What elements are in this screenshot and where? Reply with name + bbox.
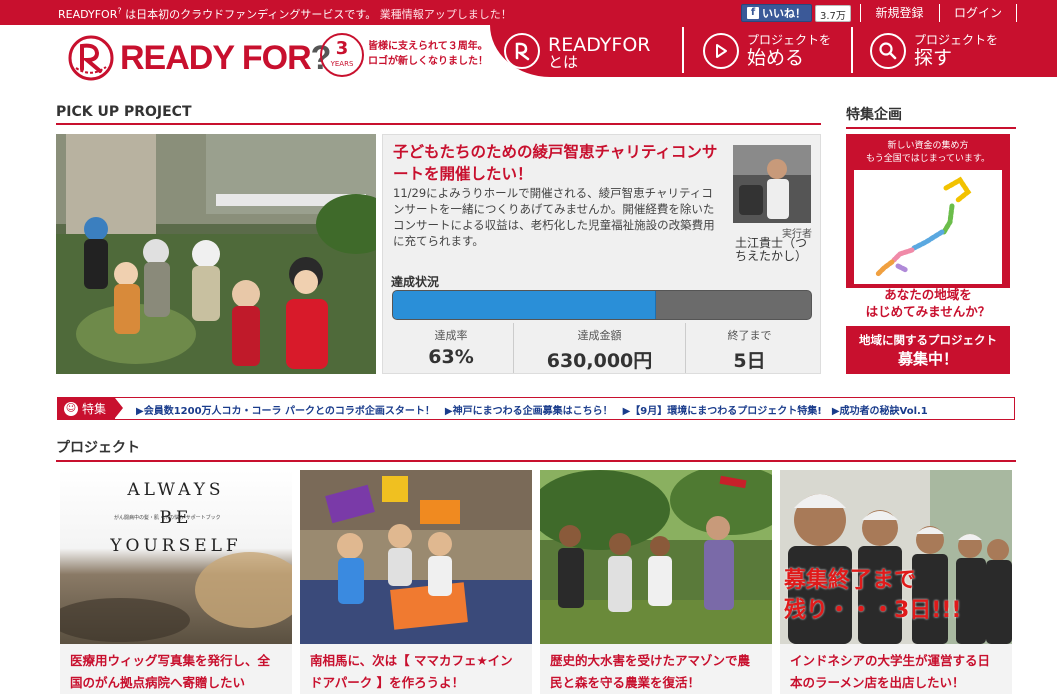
feature-bottom-line2: 募集中！ (897, 350, 958, 368)
play-icon (703, 33, 739, 69)
ticker-label: ☺ 特集 (58, 398, 115, 419)
feature-question-line2: はじめてみませんか？ (865, 304, 991, 319)
project-image[interactable]: ALWAYS BE YOURSELF がん闘病中の髪・肌・爪の悩み サポートブッ… (60, 470, 292, 644)
owner-name: 土江貴士（つちえたかし） (735, 236, 808, 263)
login-link[interactable]: ログイン (939, 4, 1017, 22)
project-image[interactable]: 募集終了まで 残り・・・3日!!! (780, 470, 1012, 644)
stat-value: 630,000円 (546, 350, 653, 372)
nav-start-project[interactable]: プロジェクトを 始める (703, 25, 831, 77)
intro-brand: READYFOR (58, 8, 118, 21)
pickup-project-image[interactable] (56, 134, 376, 374)
readyfor-r-icon (504, 33, 540, 69)
stat-value: 63% (428, 346, 474, 368)
readyfor-logo-icon[interactable] (66, 33, 116, 83)
badge-years: YEARS (330, 60, 354, 68)
feature-section-title: 特集企画 (846, 104, 1016, 129)
ticker-label-text: 特集 (82, 402, 107, 416)
feature-banner[interactable]: 新しい資金の集め方 もう全国ではじまっています。 あなたの地域を はじめてみませ… (846, 134, 1010, 374)
feature-question: あなたの地域を はじめてみませんか？ (846, 286, 1010, 320)
feature-bottom-line1: 地域に関するプロジェクト (859, 333, 997, 347)
image-word: ALWAYS (127, 480, 225, 500)
image-overlay-text: 募集終了まで (784, 568, 917, 593)
nav-start-line2: 始める (747, 46, 805, 69)
top-bar: READYFOR? は日本初のクラウドファンディングサービスです。 業種情報アッ… (0, 0, 1057, 25)
smile-icon: ☺ (64, 401, 78, 416)
owner-avatar (733, 145, 811, 223)
project-card[interactable]: 歴史的大水害を受けたアマゾンで農民と森を守る農業を復活！ (540, 470, 772, 694)
projects-section-title: プロジェクト (56, 437, 1016, 462)
stat-label: 達成率 (434, 329, 468, 342)
pickup-project-title[interactable]: 子どもたちのための綾戸智恵チャリティコンサートを開催したい！ (393, 141, 723, 185)
stat-label: 終了まで (727, 329, 772, 342)
feature-top-line2: もう全国ではじまっています。 (865, 154, 991, 164)
facebook-like-button[interactable]: f いいね！ (741, 4, 812, 22)
ticker-items: ▶会員数1200万人コカ・コーラ パークとのコラボ企画スタート！ ▶神戸にまつわ… (136, 402, 928, 417)
ticker-item[interactable]: ▶【9月】環境にまつわるプロジェクト特集! (623, 402, 822, 417)
image-overlay-text: 残り・・・3日!!! (784, 598, 962, 623)
stat-label: 達成金額 (577, 329, 622, 342)
pickup-section-title: PICK UP PROJECT (56, 104, 821, 125)
like-label: いいね！ (762, 7, 806, 20)
ticker-arrow (115, 398, 123, 418)
pickup-project-description: 11/29によみうりホールで開催される、綾戸智恵チャリティコンサートを一緒につく… (393, 186, 715, 248)
badge-number: 3 (335, 38, 349, 59)
project-image[interactable] (540, 470, 772, 644)
stat-amount: 達成金額 630,000円 (513, 323, 685, 373)
progress-bar (392, 290, 812, 320)
nav-divider (851, 27, 853, 73)
image-word: YOURSELF (110, 536, 242, 556)
image-subtitle: がん闘病中の髪・肌・爪の悩み サポートブック (114, 515, 221, 521)
project-title[interactable]: 医療用ウィッグ写真集を発行し、全国のがん拠点病院へ寄贈したい (60, 644, 292, 694)
anniversary-badge: 3 YEARS (320, 33, 364, 77)
nav-about-line2: とは (548, 52, 579, 71)
stat-achievement-rate: 達成率 63% (391, 323, 511, 373)
like-count: 3.7万 (815, 5, 851, 22)
project-title[interactable]: インドネシアの大学生が運営する日本のラーメン店を出店したい！ (780, 644, 1012, 694)
ticker-item[interactable]: ▶成功者の秘訣Vol.1 (832, 402, 928, 417)
project-title[interactable]: 歴史的大水害を受けたアマゾンで農民と森を守る農業を復活！ (540, 644, 772, 694)
ticker-item[interactable]: ▶神戸にまつわる企画募集はこちら！ (445, 402, 613, 417)
project-image[interactable] (300, 470, 532, 644)
anniversary-line2: ロゴが新しくなりました！ (368, 56, 488, 67)
anniversary-line1: 皆様に支えられて３周年。 (368, 41, 488, 52)
project-card[interactable]: ALWAYS BE YOURSELF がん闘病中の髪・肌・爪の悩み サポートブッ… (60, 470, 292, 694)
feature-banner-bottom[interactable]: 地域に関するプロジェクト 募集中！ (846, 326, 1010, 374)
feature-ticker: ☺ 特集 ▶会員数1200万人コカ・コーラ パークとのコラボ企画スタート！ ▶神… (57, 397, 1015, 420)
progress-fill (393, 291, 657, 319)
intro-brand-mark: ? (117, 6, 122, 16)
nav-search-line1: プロジェクトを (914, 32, 999, 47)
intro-text: READYFOR? は日本初のクラウドファンディングサービスです。 業種情報アッ… (58, 6, 512, 22)
logo-wordmark[interactable]: READY FOR? (120, 39, 331, 78)
feature-question-line1: あなたの地域を (884, 287, 972, 302)
anniversary-message: 皆様に支えられて３周年。 ロゴが新しくなりました！ (368, 39, 488, 69)
nav-divider (682, 27, 684, 73)
project-title[interactable]: 南相馬に、次は【 ママカフェ★インドアパーク 】を作ろうよ！ (300, 644, 532, 694)
site-header: READY FOR? 3 YEARS 皆様に支えられて３周年。 ロゴが新しくなり… (0, 25, 1057, 95)
project-card[interactable]: 南相馬に、次は【 ママカフェ★インドアパーク 】を作ろうよ！ (300, 470, 532, 694)
intro-news-link[interactable]: 業種情報アップしました！ (380, 8, 512, 21)
nav-start-line1: プロジェクトを (747, 32, 832, 47)
signup-link[interactable]: 新規登録 (860, 4, 938, 22)
status-label: 達成状況 (391, 275, 440, 289)
feature-banner-top: 新しい資金の集め方 もう全国ではじまっています。 (846, 134, 1010, 288)
nav-search-project[interactable]: プロジェクトを 探す (870, 25, 998, 77)
stat-value: 5日 (733, 350, 766, 372)
search-icon (870, 33, 906, 69)
facebook-icon: f (747, 7, 759, 19)
stat-days-left: 終了まで 5日 (685, 323, 813, 373)
intro-description: は日本初のクラウドファンディングサービスです。 (125, 8, 377, 21)
ticker-item[interactable]: ▶会員数1200万人コカ・コーラ パークとのコラボ企画スタート！ (136, 402, 435, 417)
nav-search-line2: 探す (914, 46, 953, 69)
project-card[interactable]: 募集終了まで 残り・・・3日!!! インドネシアの大学生が運営する日本のラーメン… (780, 470, 1012, 694)
feature-top-line1: 新しい資金の集め方 (887, 141, 969, 151)
logo-main: READY FOR (120, 39, 312, 77)
japan-map-icon (854, 170, 1002, 284)
nav-about-readyfor[interactable]: READYFOR とは (504, 25, 651, 77)
pickup-project-card[interactable]: 子どもたちのための綾戸智恵チャリティコンサートを開催したい！ 11/29によみう… (382, 134, 821, 374)
